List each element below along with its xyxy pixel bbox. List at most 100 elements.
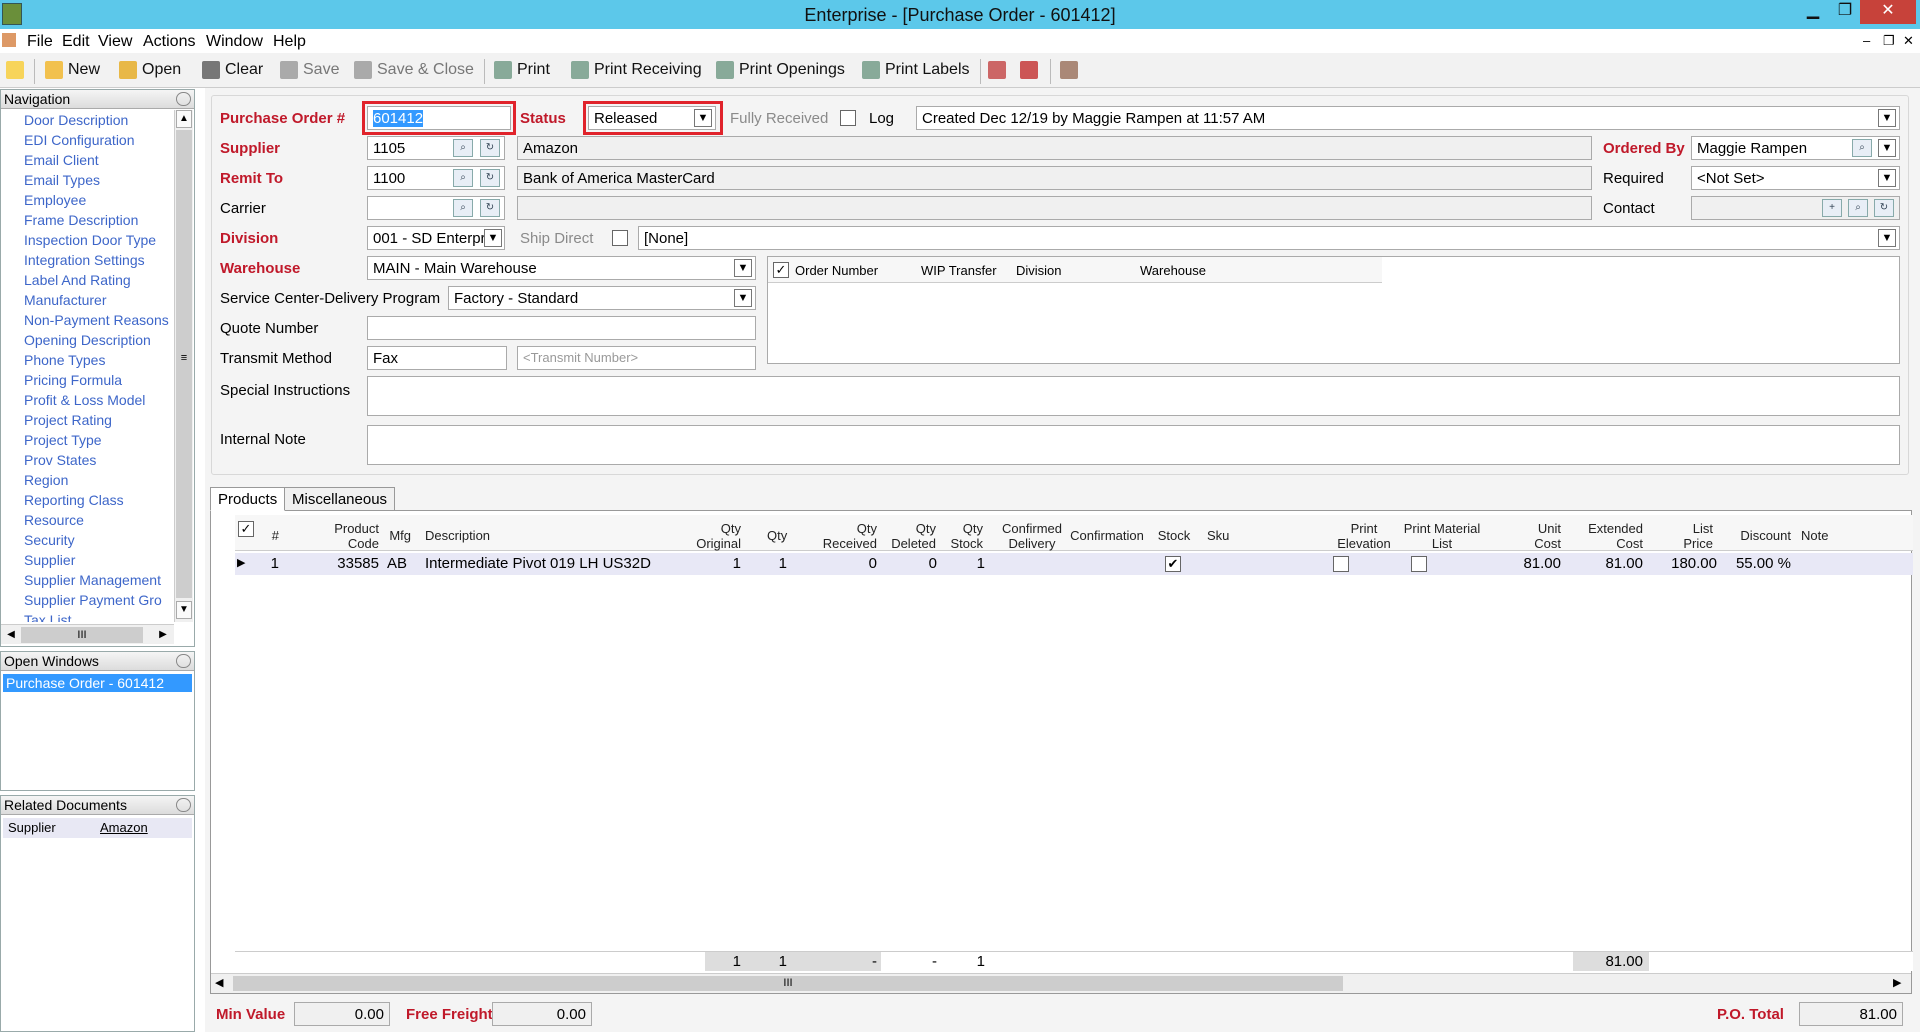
print-labels-button[interactable]: Print Labels [862,61,970,79]
nav-item[interactable]: Inspection Door Type [24,232,156,248]
nav-item[interactable]: Integration Settings [24,252,145,268]
lookup-icon[interactable]: ↻ [480,139,500,157]
mdi-minimize-button[interactable]: – [1863,33,1870,48]
nav-item[interactable]: Prov States [24,452,96,468]
scroll-down-icon[interactable]: ▼ [176,601,192,619]
nav-item[interactable]: Region [24,472,68,488]
chevron-down-icon[interactable]: ▼ [734,289,752,307]
required-date-select[interactable]: <Not Set> [1691,166,1900,190]
ship-direct-select[interactable]: [None] [638,226,1900,250]
nav-item[interactable]: Manufacturer [24,292,106,308]
nav-item[interactable]: Resource [24,512,84,528]
pin-icon[interactable] [176,92,191,106]
lookup-icon[interactable]: ↻ [1874,199,1894,217]
cell-print-elevation-checkbox[interactable] [1333,556,1349,572]
nav-item[interactable]: Supplier [24,552,75,568]
print-receiving-button[interactable]: Print Receiving [571,61,702,79]
save-close-button[interactable]: Save & Close [354,61,474,79]
scroll-up-icon[interactable]: ▲ [176,110,192,128]
menu-actions[interactable]: Actions [143,33,195,51]
related-doc-link[interactable]: Amazon [100,820,148,835]
scroll-left-icon[interactable]: ◀ [215,976,223,989]
log-checkbox[interactable] [840,110,856,126]
ship-direct-checkbox[interactable] [612,230,628,246]
scroll-left-icon[interactable]: ◀ [3,627,19,643]
print-button[interactable]: Print [494,61,550,79]
nav-item[interactable]: Opening Description [24,332,151,348]
hscroll-thumb[interactable]: III [21,627,143,643]
chevron-down-icon[interactable]: ▼ [1878,109,1896,127]
menu-window[interactable]: Window [206,33,263,51]
scroll-thumb[interactable]: ≡ [176,130,192,598]
navigation-vscrollbar[interactable]: ▲ ≡ ▼ [174,110,193,622]
nav-item[interactable]: Phone Types [24,352,105,368]
navigation-hscrollbar[interactable]: ◀ III ▶ [1,624,174,644]
chevron-down-icon[interactable]: ▼ [1878,169,1896,187]
restore-button[interactable]: ❐ [1828,0,1862,24]
nav-item[interactable]: Door Description [24,112,128,128]
nav-item[interactable]: Pricing Formula [24,372,122,388]
close-button[interactable]: ✕ [1860,0,1916,24]
nav-item[interactable]: Supplier Management [24,572,161,588]
chevron-down-icon[interactable]: ▼ [1878,139,1896,157]
nav-item[interactable]: Email Types [24,172,100,188]
new-contact-icon[interactable]: + [1822,199,1842,217]
nav-item[interactable]: Profit & Loss Model [24,392,145,408]
lookup-icon[interactable]: ↻ [480,199,500,217]
transmit-method-select[interactable]: Fax [367,346,507,370]
minimize-button[interactable]: ▁ [1796,0,1830,24]
checklist-button[interactable] [1020,61,1038,79]
chevron-down-icon[interactable]: ▼ [1878,229,1896,247]
search-icon[interactable]: ⌕ [453,199,473,217]
nav-item[interactable]: Email Client [24,152,99,168]
tab-miscellaneous[interactable]: Miscellaneous [284,487,396,511]
nav-item[interactable]: Supplier Payment Gro [24,592,162,608]
select-all-products-checkbox[interactable]: ✓ [238,521,254,537]
cell-print-material-list-checkbox[interactable] [1411,556,1427,572]
contact-field[interactable] [1691,196,1900,220]
menu-file[interactable]: File [27,33,53,51]
hscroll-thumb[interactable]: III [233,976,1343,991]
nav-item[interactable]: Security [24,532,75,548]
print-openings-button[interactable]: Print Openings [716,61,845,79]
open-window-item[interactable]: Purchase Order - 601412 [3,674,192,692]
nav-item[interactable]: Project Rating [24,412,112,428]
nav-item[interactable]: Tax List [24,612,71,622]
search-icon[interactable]: ⌕ [1848,199,1868,217]
report-button[interactable] [988,61,1006,79]
chevron-down-icon[interactable]: ▼ [734,259,752,277]
select-all-checkbox[interactable]: ✓ [773,262,789,278]
new-button[interactable]: New [45,61,100,79]
nav-item[interactable]: Label And Rating [24,272,131,288]
open-button[interactable]: Open [119,61,181,79]
mdi-close-button[interactable]: ✕ [1903,33,1914,49]
attachment-button[interactable] [1060,61,1078,79]
menu-edit[interactable]: Edit [62,33,90,51]
search-icon[interactable]: ⌕ [453,139,473,157]
pin-icon[interactable] [176,654,191,668]
clear-button[interactable]: Clear [202,61,263,79]
pin-icon[interactable] [176,798,191,812]
menu-help[interactable]: Help [273,33,306,51]
cell-stock-checkbox[interactable]: ✔ [1165,556,1181,572]
special-instructions-input[interactable] [367,376,1900,416]
search-icon[interactable]: ⌕ [1852,139,1872,157]
nav-item[interactable]: Frame Description [24,212,138,228]
scdp-select[interactable]: Factory - Standard [448,286,756,310]
products-hscrollbar[interactable]: ◀ III ▶ [211,973,1911,993]
internal-note-input[interactable] [367,425,1900,465]
transmit-number-input[interactable]: <Transmit Number> [517,346,756,370]
menu-view[interactable]: View [98,33,132,51]
nav-item[interactable]: EDI Configuration [24,132,135,148]
table-row[interactable]: ▶ 1 33585 AB Intermediate Pivot 019 LH U… [235,553,1913,575]
lookup-icon[interactable]: ↻ [480,169,500,187]
nav-item[interactable]: Project Type [24,432,102,448]
scroll-right-icon[interactable]: ▶ [1893,976,1901,989]
search-icon[interactable]: ⌕ [453,169,473,187]
nav-item[interactable]: Non-Payment Reasons [24,312,169,328]
toolbar-folder-button[interactable] [6,61,24,79]
save-button[interactable]: Save [280,61,339,79]
nav-item[interactable]: Employee [24,192,86,208]
warehouse-select[interactable]: MAIN - Main Warehouse [367,256,756,280]
quote-number-input[interactable] [367,316,756,340]
